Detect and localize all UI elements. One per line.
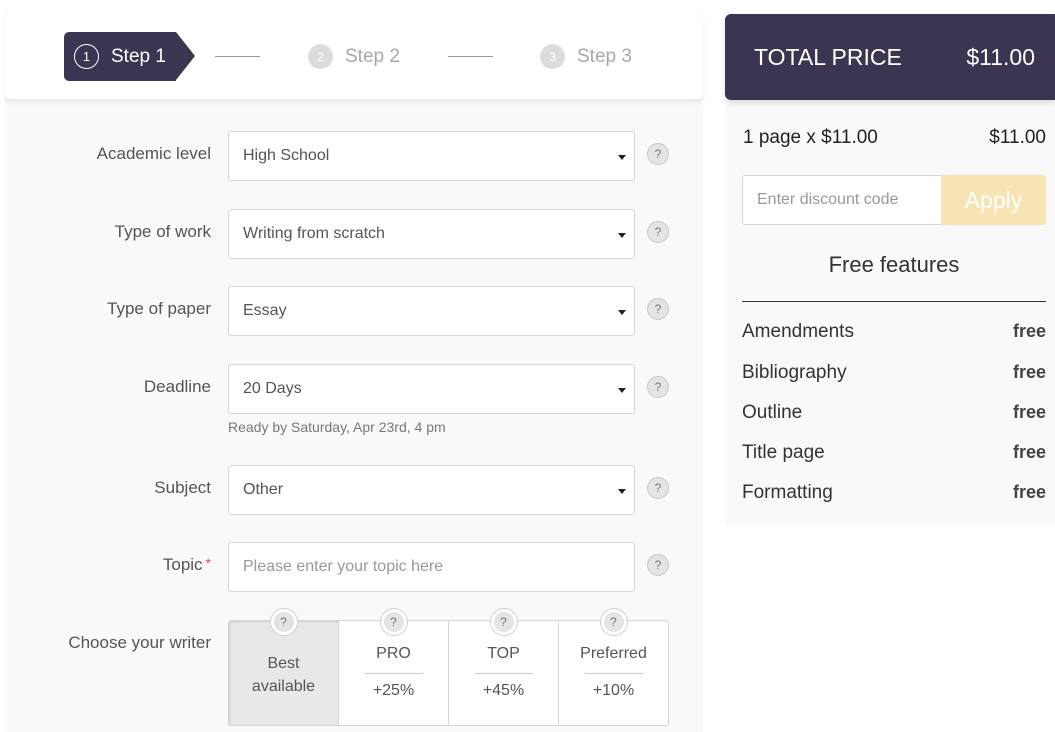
price-line-total: $11.00 [989,127,1046,148]
type-of-paper-select[interactable]: Essay [228,286,635,336]
help-icon[interactable]: ? [380,609,407,635]
writer-surcharge: +25% [372,682,415,699]
feature-name: Bibliography [742,362,847,383]
writer-option-top[interactable]: ? TOP +45% [449,609,559,725]
chevron-down-icon [618,155,626,160]
type-of-work-select[interactable]: Writing from scratch [228,209,635,259]
deadline-row: Deadline 20 Days ? Ready by Saturday, Ap… [5,364,703,435]
choose-writer-label: Choose your writer [68,633,211,652]
deadline-label: Deadline [143,377,211,396]
subject-select[interactable]: Other [228,465,635,515]
writer-option-preferred[interactable]: ? Preferred +10% [559,609,668,725]
feature-row: Formatting free [742,482,1046,508]
divider [474,673,533,674]
deadline-value: 20 Days [243,380,302,397]
type-of-work-label: Type of work [114,222,211,241]
divider [364,673,423,674]
deadline-select[interactable]: 20 Days [228,364,635,414]
feature-row: Amendments free [742,321,1046,347]
academic-level-label: Academic level [96,144,211,163]
topic-field[interactable] [228,542,635,592]
writer-option-label-line1: Best [267,655,300,672]
order-form: 1 Step 1 2 Step 2 3 Step 3 Academic leve… [5,14,703,732]
apply-discount-button[interactable]: Apply [941,175,1046,225]
help-icon[interactable]: ? [270,609,297,635]
steps-progress: 1 Step 1 2 Step 2 3 Step 3 [5,14,703,99]
type-of-paper-label: Type of paper [107,299,211,318]
topic-input[interactable] [243,558,623,576]
feature-row: Bibliography free [742,362,1046,388]
required-marker: * [205,555,211,571]
academic-level-row: Academic level High School ? [5,131,703,181]
total-price-label: TOTAL PRICE [754,44,902,70]
help-icon[interactable]: ? [600,609,627,635]
writer-option-label: TOP [487,645,520,662]
step-3[interactable]: 3 Step 3 [540,44,632,69]
step-1-label: Step 1 [111,45,166,67]
subject-row: Subject Other ? [5,465,703,515]
help-icon[interactable]: ? [647,477,669,499]
free-features-title: Free features [828,252,960,277]
topic-label: Topic * [163,555,211,575]
type-of-paper-value: Essay [243,302,287,319]
writer-option-label: Preferred [580,645,647,662]
topic-row: Topic* ? [5,542,703,592]
step-2-number: 2 [308,44,333,69]
type-of-paper-row: Type of paper Essay ? [5,286,703,336]
chevron-down-icon [618,233,626,238]
feature-price: free [1012,362,1046,382]
writer-option-best-available[interactable]: ? Best available [229,609,339,725]
chevron-down-icon [618,388,626,393]
step-3-label: Step 3 [577,45,632,67]
divider [742,301,1046,302]
help-icon[interactable]: ? [647,143,669,165]
type-of-work-value: Writing from scratch [243,225,385,242]
feature-name: Formatting [742,482,833,503]
price-line-item: 1 page x $11.00 [743,127,878,148]
help-icon[interactable]: ? [647,554,669,576]
feature-row: Outline free [742,402,1046,428]
chevron-down-icon [618,489,626,494]
feature-price: free [1012,442,1046,462]
step-divider [448,56,493,57]
discount-form: Apply [742,175,1046,225]
help-icon[interactable]: ? [490,609,517,635]
writer-option-pro[interactable]: ? PRO +25% [339,609,449,725]
price-summary: TOTAL PRICE $11.00 1 page x $11.00 $11.0… [725,14,1055,525]
total-price-value: $11.00 [966,44,1035,70]
feature-name: Title page [742,442,825,463]
writer-option-label: Best available [252,652,315,698]
step-divider [215,56,260,57]
writer-surcharge: +10% [592,682,635,699]
step-2-label: Step 2 [345,45,400,67]
writer-options: ? Best available ? PRO +25% ? TOP +45% ?… [228,609,669,726]
feature-price: free [1012,402,1046,422]
step-2[interactable]: 2 Step 2 [308,44,400,69]
academic-level-select[interactable]: High School [228,131,635,181]
topic-label-text: Topic [162,555,203,574]
chevron-down-icon [618,310,626,315]
feature-price: free [1012,321,1046,341]
help-icon[interactable]: ? [647,298,669,320]
step-3-number: 3 [540,44,565,69]
step-1-number: 1 [74,44,99,69]
subject-label: Subject [154,478,211,497]
divider [584,673,643,674]
type-of-work-row: Type of work Writing from scratch ? [5,209,703,259]
help-icon[interactable]: ? [647,376,669,398]
help-icon[interactable]: ? [647,221,669,243]
total-price-bar: TOTAL PRICE $11.00 [725,14,1055,100]
step-1[interactable]: 1 Step 1 [64,32,195,81]
feature-name: Outline [742,402,803,423]
feature-row: Title page free [742,442,1046,468]
subject-value: Other [243,481,284,498]
academic-level-value: High School [243,147,330,164]
writer-option-label: PRO [376,645,411,662]
deadline-ready-hint: Ready by Saturday, Apr 23rd, 4 pm [228,419,446,435]
writer-surcharge: +45% [482,682,525,699]
feature-price: free [1012,482,1046,502]
feature-name: Amendments [742,321,854,342]
discount-code-input[interactable] [742,175,941,225]
writer-option-label-line2: available [251,678,316,695]
